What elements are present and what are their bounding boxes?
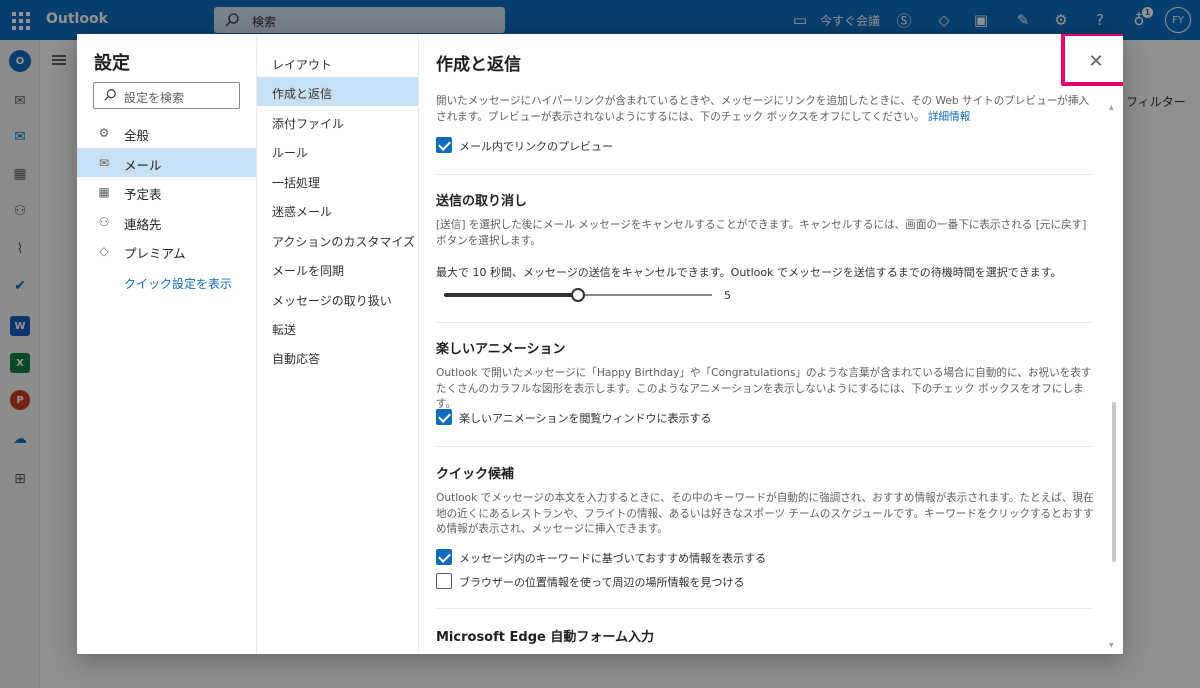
- divider: [436, 608, 1092, 609]
- category-label: 連絡先: [124, 217, 162, 232]
- undo-send-title: 送信の取り消し: [436, 194, 528, 209]
- people-icon: ⚇: [98, 215, 110, 229]
- undo-send-desc: [送信] を選択した後にメール メッセージをキャンセルすることができます。キャン…: [436, 219, 1087, 247]
- settings-search-input[interactable]: 設定を検索: [93, 82, 240, 109]
- sub-label: 作成と返信: [272, 87, 333, 101]
- divider: [436, 446, 1092, 447]
- category-label: 予定表: [124, 187, 162, 202]
- checkbox-checked-icon[interactable]: [436, 137, 452, 153]
- checkbox-checked-icon[interactable]: [436, 549, 452, 565]
- category-label: メール: [124, 158, 162, 173]
- pane-title: 作成と返信: [436, 55, 521, 75]
- mail-icon: ✉: [98, 156, 110, 170]
- sub-label: アクションのカスタマイズ: [272, 235, 416, 249]
- scroll-up-icon[interactable]: ▲: [1109, 104, 1114, 111]
- category-premium[interactable]: ◇ プレミアム: [77, 236, 256, 265]
- checkbox-label: 楽しいアニメーションを閲覧ウィンドウに表示する: [459, 412, 712, 425]
- sub-label: 添付ファイル: [272, 117, 345, 131]
- settings-categories: 設定 設定を検索 ⚙ 全般 ✉ メール ▦ 予定表 ⚇ 連絡先 ◇ プレミアム …: [77, 34, 257, 654]
- quick-settings-link[interactable]: クイック設定を表示: [124, 275, 232, 292]
- settings-dialog: 設定 設定を検索 ⚙ 全般 ✉ メール ▦ 予定表 ⚇ 連絡先 ◇ プレミアム …: [77, 34, 1123, 654]
- checkbox-checked-icon[interactable]: [436, 409, 452, 425]
- sub-label: レイアウト: [272, 58, 333, 72]
- undo-send-slider[interactable]: [444, 288, 712, 302]
- search-icon: [104, 89, 116, 101]
- sub-rules[interactable]: ルール: [257, 136, 418, 165]
- settings-search-placeholder: 設定を検索: [124, 91, 185, 105]
- close-icon[interactable]: ✕: [1085, 50, 1107, 72]
- link-preview-desc: 開いたメッセージにハイパーリンクが含まれているときや、メッセージにリンクを追加し…: [436, 95, 1090, 123]
- sub-message-handling[interactable]: メッセージの取り扱い: [257, 284, 418, 313]
- suggestions-desc: Outlook でメッセージの本文を入力するときに、その中のキーワードが自動的に…: [436, 492, 1094, 535]
- edge-autofill-title: Microsoft Edge 自動フォーム入力: [436, 630, 654, 645]
- slider-fill: [444, 293, 578, 297]
- sub-customize-actions[interactable]: アクションのカスタマイズ: [257, 225, 418, 254]
- sub-attachments[interactable]: 添付ファイル: [257, 107, 418, 136]
- sub-label: ルール: [272, 146, 309, 160]
- sub-label: 迷惑メール: [272, 205, 333, 219]
- category-label: プレミアム: [124, 246, 186, 261]
- calendar-icon: ▦: [98, 185, 110, 199]
- sub-label: メールを同期: [272, 264, 345, 278]
- divider: [436, 174, 1092, 175]
- sub-label: メッセージの取り扱い: [272, 294, 392, 308]
- settings-pane: 作成と返信 ✕ 開いたメッセージにハイパーリンクが含まれているときや、メッセージ…: [419, 34, 1123, 654]
- sub-label: 自動応答: [272, 352, 321, 366]
- sub-label: 一括処理: [272, 176, 321, 190]
- sub-auto-reply[interactable]: 自動応答: [257, 342, 418, 371]
- category-mail[interactable]: ✉ メール: [77, 148, 256, 177]
- scroll-down-icon[interactable]: ▼: [1109, 642, 1114, 649]
- category-people[interactable]: ⚇ 連絡先: [77, 207, 256, 236]
- suggestions-title: クイック候補: [436, 467, 515, 482]
- settings-subcategories: レイアウト 作成と返信 添付ファイル ルール 一括処理 迷惑メール アクションの…: [257, 34, 419, 654]
- checkbox-label: メッセージ内のキーワードに基づいておすすめ情報を表示する: [459, 552, 767, 565]
- animations-desc: Outlook で開いたメッセージに「Happy Birthday」や「Cong…: [436, 367, 1092, 410]
- animations-title: 楽しいアニメーション: [436, 342, 566, 357]
- checkbox-label: メール内でリンクのプレビュー: [459, 140, 613, 153]
- settings-title: 設定: [94, 53, 130, 74]
- sub-sync-email[interactable]: メールを同期: [257, 254, 418, 283]
- sub-layout[interactable]: レイアウト: [257, 48, 418, 77]
- sub-sweep[interactable]: 一括処理: [257, 166, 418, 195]
- scrollbar[interactable]: [1112, 402, 1116, 562]
- gear-icon: ⚙: [98, 126, 110, 140]
- category-calendar[interactable]: ▦ 予定表: [77, 177, 256, 206]
- sub-compose-reply[interactable]: 作成と返信: [257, 77, 418, 106]
- checkbox-label: ブラウザーの位置情報を使って周辺の場所情報を見つける: [459, 576, 745, 589]
- diamond-icon: ◇: [99, 244, 109, 258]
- slider-value: 5: [724, 289, 731, 302]
- sub-junk[interactable]: 迷惑メール: [257, 195, 418, 224]
- undo-send-info: 最大で 10 秒間、メッセージの送信をキャンセルできます。Outlook でメッ…: [436, 266, 1062, 279]
- sub-label: 転送: [272, 323, 297, 337]
- sub-forwarding[interactable]: 転送: [257, 313, 418, 342]
- settings-content: 開いたメッセージにハイパーリンクが含まれているときや、メッセージにリンクを追加し…: [419, 86, 1119, 654]
- slider-thumb[interactable]: [571, 288, 585, 302]
- divider: [436, 322, 1092, 323]
- category-general[interactable]: ⚙ 全般: [77, 118, 256, 147]
- learn-more-link[interactable]: 詳細情報: [928, 111, 970, 123]
- category-label: 全般: [124, 128, 150, 143]
- checkbox-unchecked-icon[interactable]: [436, 573, 452, 589]
